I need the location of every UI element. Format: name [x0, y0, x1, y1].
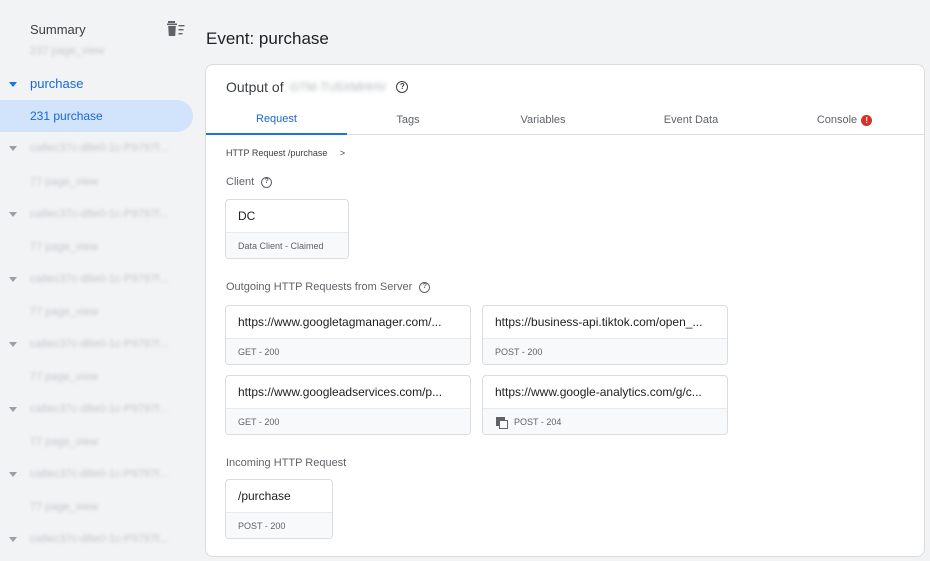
tab-label: Variables [520, 114, 566, 126]
sidebar-container-label: ca8ec37c-d8e0-1c-P9797f... [30, 403, 169, 415]
sidebar-event-item[interactable]: 77 page_view [0, 301, 194, 323]
expand-caret-icon[interactable] [9, 277, 17, 282]
sidebar-item-selected[interactable]: 231 purchase [0, 100, 193, 132]
expand-caret-icon[interactable] [9, 537, 17, 542]
sidebar-container-item[interactable]: ca8ec37c-d8e0-1c-P9797f... [0, 333, 194, 355]
outgoing-request-card[interactable]: https://business-api.tiktok.com/open_...… [482, 305, 728, 365]
sidebar-event-label: 237 page_view [30, 45, 105, 57]
tab-label: Event Data [663, 114, 719, 126]
sidebar: Summary 237 page_view purchase 231 purch… [0, 0, 194, 561]
outgoing-request-card[interactable]: https://www.googletagmanager.com/... GET… [225, 305, 471, 365]
request-status: POST - 204 [514, 417, 562, 427]
sidebar-event-item[interactable]: 237 page_view [0, 40, 194, 62]
expand-caret-icon[interactable] [9, 472, 17, 477]
sidebar-container-item[interactable]: ca8ec37c-d8e0-1c-P9797f... [0, 203, 194, 225]
sidebar-summary[interactable]: Summary [0, 16, 194, 42]
summary-label: Summary [30, 21, 86, 37]
tab-request[interactable]: Request [206, 105, 347, 135]
request-url: https://business-api.tiktok.com/open_... [483, 306, 727, 339]
purchase-label: purchase [30, 76, 84, 91]
tab-label: Tags [396, 114, 420, 126]
sidebar-container-label: ca8ec37c-d8e0-1c-P9797f... [30, 208, 169, 220]
sidebar-event-label: 77 page_view [30, 176, 98, 188]
incoming-section-title: Incoming HTTP Request [226, 457, 346, 469]
outgoing-section-title: Outgoing HTTP Requests from Server ? [226, 281, 431, 293]
request-status: GET - 200 [226, 409, 470, 434]
chevron-right-icon: > [339, 148, 346, 158]
sidebar-container-label: ca8ec37c-d8e0-1c-P9797f... [30, 338, 169, 350]
section-label: Client [226, 176, 255, 188]
sidebar-event-item[interactable]: 77 page_view [0, 236, 194, 258]
outgoing-request-card[interactable]: https://www.google-analytics.com/g/c... … [482, 375, 728, 435]
help-icon[interactable]: ? [419, 281, 431, 293]
delete-all-icon[interactable] [166, 20, 186, 38]
sidebar-event-item[interactable]: 77 page_view [0, 431, 194, 453]
outgoing-request-card[interactable]: https://www.googleadservices.com/p... GE… [225, 375, 471, 435]
expand-caret-icon[interactable] [9, 342, 17, 347]
expand-caret-icon[interactable] [9, 82, 17, 87]
request-status: GET - 200 [226, 339, 470, 364]
sidebar-event-label: 77 page_view [30, 306, 98, 318]
sidebar-event-label: 77 page_view [30, 501, 98, 513]
sidebar-event-label: 77 page_view [30, 241, 98, 253]
expand-caret-icon[interactable] [9, 212, 17, 217]
sidebar-container-item[interactable]: ca8ec37c-d8e0-1c-P9797f... [0, 398, 194, 420]
tab-variables[interactable]: Variables [469, 105, 617, 135]
sidebar-container-label: ca8ec37c-d8e0-1c-P9797f... [30, 142, 169, 154]
sidebar-event-item[interactable]: 77 page_view [0, 366, 194, 388]
request-status: POST - 200 [483, 339, 727, 364]
client-card[interactable]: DC Data Client - Claimed [225, 199, 349, 259]
sidebar-container-label: ca8ec37c-d8e0-1c-P9797f... [30, 468, 169, 480]
request-url: https://www.googleadservices.com/p... [226, 376, 470, 409]
client-status: Data Client - Claimed [226, 233, 348, 258]
sidebar-event-item[interactable]: 77 page_view [0, 496, 194, 518]
tab-tags[interactable]: Tags [347, 105, 469, 135]
section-label: Incoming HTTP Request [226, 457, 347, 469]
incoming-request-card[interactable]: /purchase POST - 200 [225, 479, 333, 539]
breadcrumb[interactable]: HTTP Request /purchase > [226, 148, 345, 158]
sidebar-container-label: ca8ec37c-d8e0-1c-P9797f... [30, 533, 169, 545]
error-icon: ! [861, 114, 873, 126]
tab-label: Request [256, 113, 297, 125]
expand-caret-icon[interactable] [9, 146, 17, 151]
selected-event-label: 231 purchase [30, 109, 103, 123]
tab-label: Console [816, 114, 858, 126]
section-label: Outgoing HTTP Requests from Server [226, 281, 413, 293]
tab-bar: Request Tags Variables Event Data Consol… [206, 105, 924, 135]
sidebar-item-purchase[interactable]: purchase [0, 73, 194, 95]
sidebar-container-item[interactable]: ca8ec37c-d8e0-1c-P9797f... [0, 463, 194, 485]
request-url: https://www.googletagmanager.com/... [226, 306, 470, 339]
sidebar-event-label: 77 page_view [30, 371, 98, 383]
request-status-row: POST - 204 [483, 409, 727, 434]
client-name: DC [226, 200, 348, 233]
incoming-path: /purchase [226, 480, 332, 513]
sidebar-container-label: ca8ec37c-d8e0-1c-P9797f... [30, 273, 169, 285]
sidebar-container-item[interactable]: ca8ec37c-d8e0-1c-P9797f... [0, 137, 194, 159]
tab-event-data[interactable]: Event Data [617, 105, 765, 135]
page-title: Event: purchase [206, 29, 329, 48]
help-icon[interactable]: ? [261, 176, 273, 188]
incoming-status: POST - 200 [226, 513, 332, 538]
sidebar-event-label: 77 page_view [30, 436, 98, 448]
breadcrumb-label: HTTP Request /purchase [226, 148, 328, 158]
sidebar-container-item[interactable]: ca8ec37c-d8e0-1c-P9797f... [0, 528, 194, 550]
output-label: Output of [226, 79, 284, 95]
help-icon[interactable]: ? [396, 81, 409, 93]
client-section-title: Client ? [226, 176, 273, 188]
tab-console[interactable]: Console ! [765, 105, 924, 135]
container-id: GTM-TU5XMHHV [289, 80, 387, 94]
request-url: https://www.google-analytics.com/g/c... [483, 376, 727, 409]
output-header: Output of GTM-TU5XMHHV ? [226, 78, 409, 96]
sidebar-container-item[interactable]: ca8ec37c-d8e0-1c-P9797f... [0, 268, 194, 290]
sidebar-event-item[interactable]: 77 page_view [0, 171, 194, 193]
duplicate-icon [495, 416, 508, 429]
expand-caret-icon[interactable] [9, 407, 17, 412]
output-panel: Output of GTM-TU5XMHHV ? Request Tags Va… [205, 64, 925, 557]
